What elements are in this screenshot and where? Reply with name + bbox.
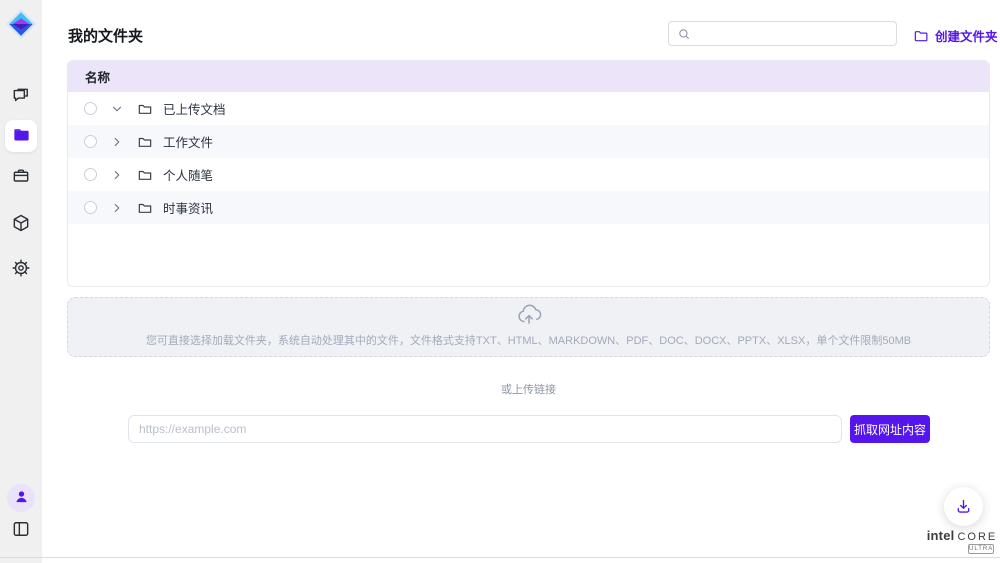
chevron-right-icon[interactable]	[110, 201, 124, 215]
folder-icon	[137, 101, 153, 117]
folder-table: 名称 已上传文档	[67, 60, 990, 287]
intel-core-ultra-logo: intel CORE ULTRA	[926, 528, 998, 554]
ultra-badge: ULTRA	[968, 544, 994, 554]
row-checkbox[interactable]	[84, 135, 97, 148]
cube-icon	[11, 213, 31, 236]
app-logo-icon[interactable]	[5, 8, 37, 40]
upload-hint: 您可直接选择加载文件夹，系统自动处理其中的文件，文件格式支持TXT、HTML、M…	[68, 332, 989, 348]
chevron-right-icon[interactable]	[110, 135, 124, 149]
sidebar-item-settings[interactable]	[9, 257, 33, 281]
cloud-upload-icon	[516, 313, 542, 330]
row-checkbox[interactable]	[84, 201, 97, 214]
folder-name[interactable]: 工作文件	[163, 132, 213, 151]
row-checkbox[interactable]	[84, 168, 97, 181]
sidebar	[0, 0, 42, 563]
create-folder-label: 创建文件夹	[935, 26, 998, 45]
chevron-down-icon[interactable]	[110, 102, 124, 116]
sidebar-item-workspace[interactable]	[9, 165, 33, 189]
panel-toggle-icon	[11, 519, 31, 542]
page-title: 我的文件夹	[68, 25, 143, 46]
table-row[interactable]: 工作文件	[68, 125, 989, 158]
chevron-right-icon[interactable]	[110, 168, 124, 182]
or-upload-link-label: 或上传链接	[67, 381, 990, 397]
create-folder-button[interactable]: 创建文件夹	[913, 26, 998, 45]
table-row[interactable]: 个人随笔	[68, 158, 989, 191]
upload-dropzone[interactable]: 您可直接选择加载文件夹，系统自动处理其中的文件，文件格式支持TXT、HTML、M…	[67, 297, 990, 357]
sidebar-item-chat[interactable]	[9, 85, 33, 109]
download-icon	[954, 497, 973, 516]
folder-name[interactable]: 个人随笔	[163, 165, 213, 184]
folder-icon	[137, 167, 153, 183]
search-input[interactable]	[697, 22, 896, 45]
folder-name[interactable]: 时事资讯	[163, 198, 213, 217]
intel-wordmark: intel	[927, 528, 955, 543]
core-wordmark: CORE	[957, 531, 997, 543]
gear-icon	[11, 258, 31, 281]
bottom-divider	[0, 557, 1000, 558]
row-checkbox[interactable]	[84, 102, 97, 115]
sidebar-item-folders[interactable]	[5, 120, 37, 152]
table-row[interactable]: 时事资讯	[68, 191, 989, 224]
table-row[interactable]: 已上传文档	[68, 92, 989, 125]
fetch-url-button[interactable]: 抓取网址内容	[850, 415, 930, 443]
avatar-icon	[13, 488, 30, 508]
url-input[interactable]	[128, 415, 842, 443]
folder-icon	[137, 200, 153, 216]
sidebar-collapse-toggle[interactable]	[9, 518, 33, 542]
briefcase-icon	[11, 166, 31, 189]
chat-icon	[11, 86, 31, 109]
sidebar-item-models[interactable]	[9, 212, 33, 236]
table-header-name: 名称	[68, 61, 989, 92]
app-window: 我的文件夹 创建文件夹 名称	[0, 0, 1000, 563]
folder-name[interactable]: 已上传文档	[163, 99, 226, 118]
folder-icon	[137, 134, 153, 150]
search-icon	[677, 27, 691, 41]
search-box[interactable]	[668, 21, 897, 46]
create-folder-icon	[913, 28, 929, 44]
folder-icon	[12, 125, 31, 147]
user-avatar[interactable]	[7, 484, 35, 512]
download-fab-button[interactable]	[944, 487, 983, 526]
